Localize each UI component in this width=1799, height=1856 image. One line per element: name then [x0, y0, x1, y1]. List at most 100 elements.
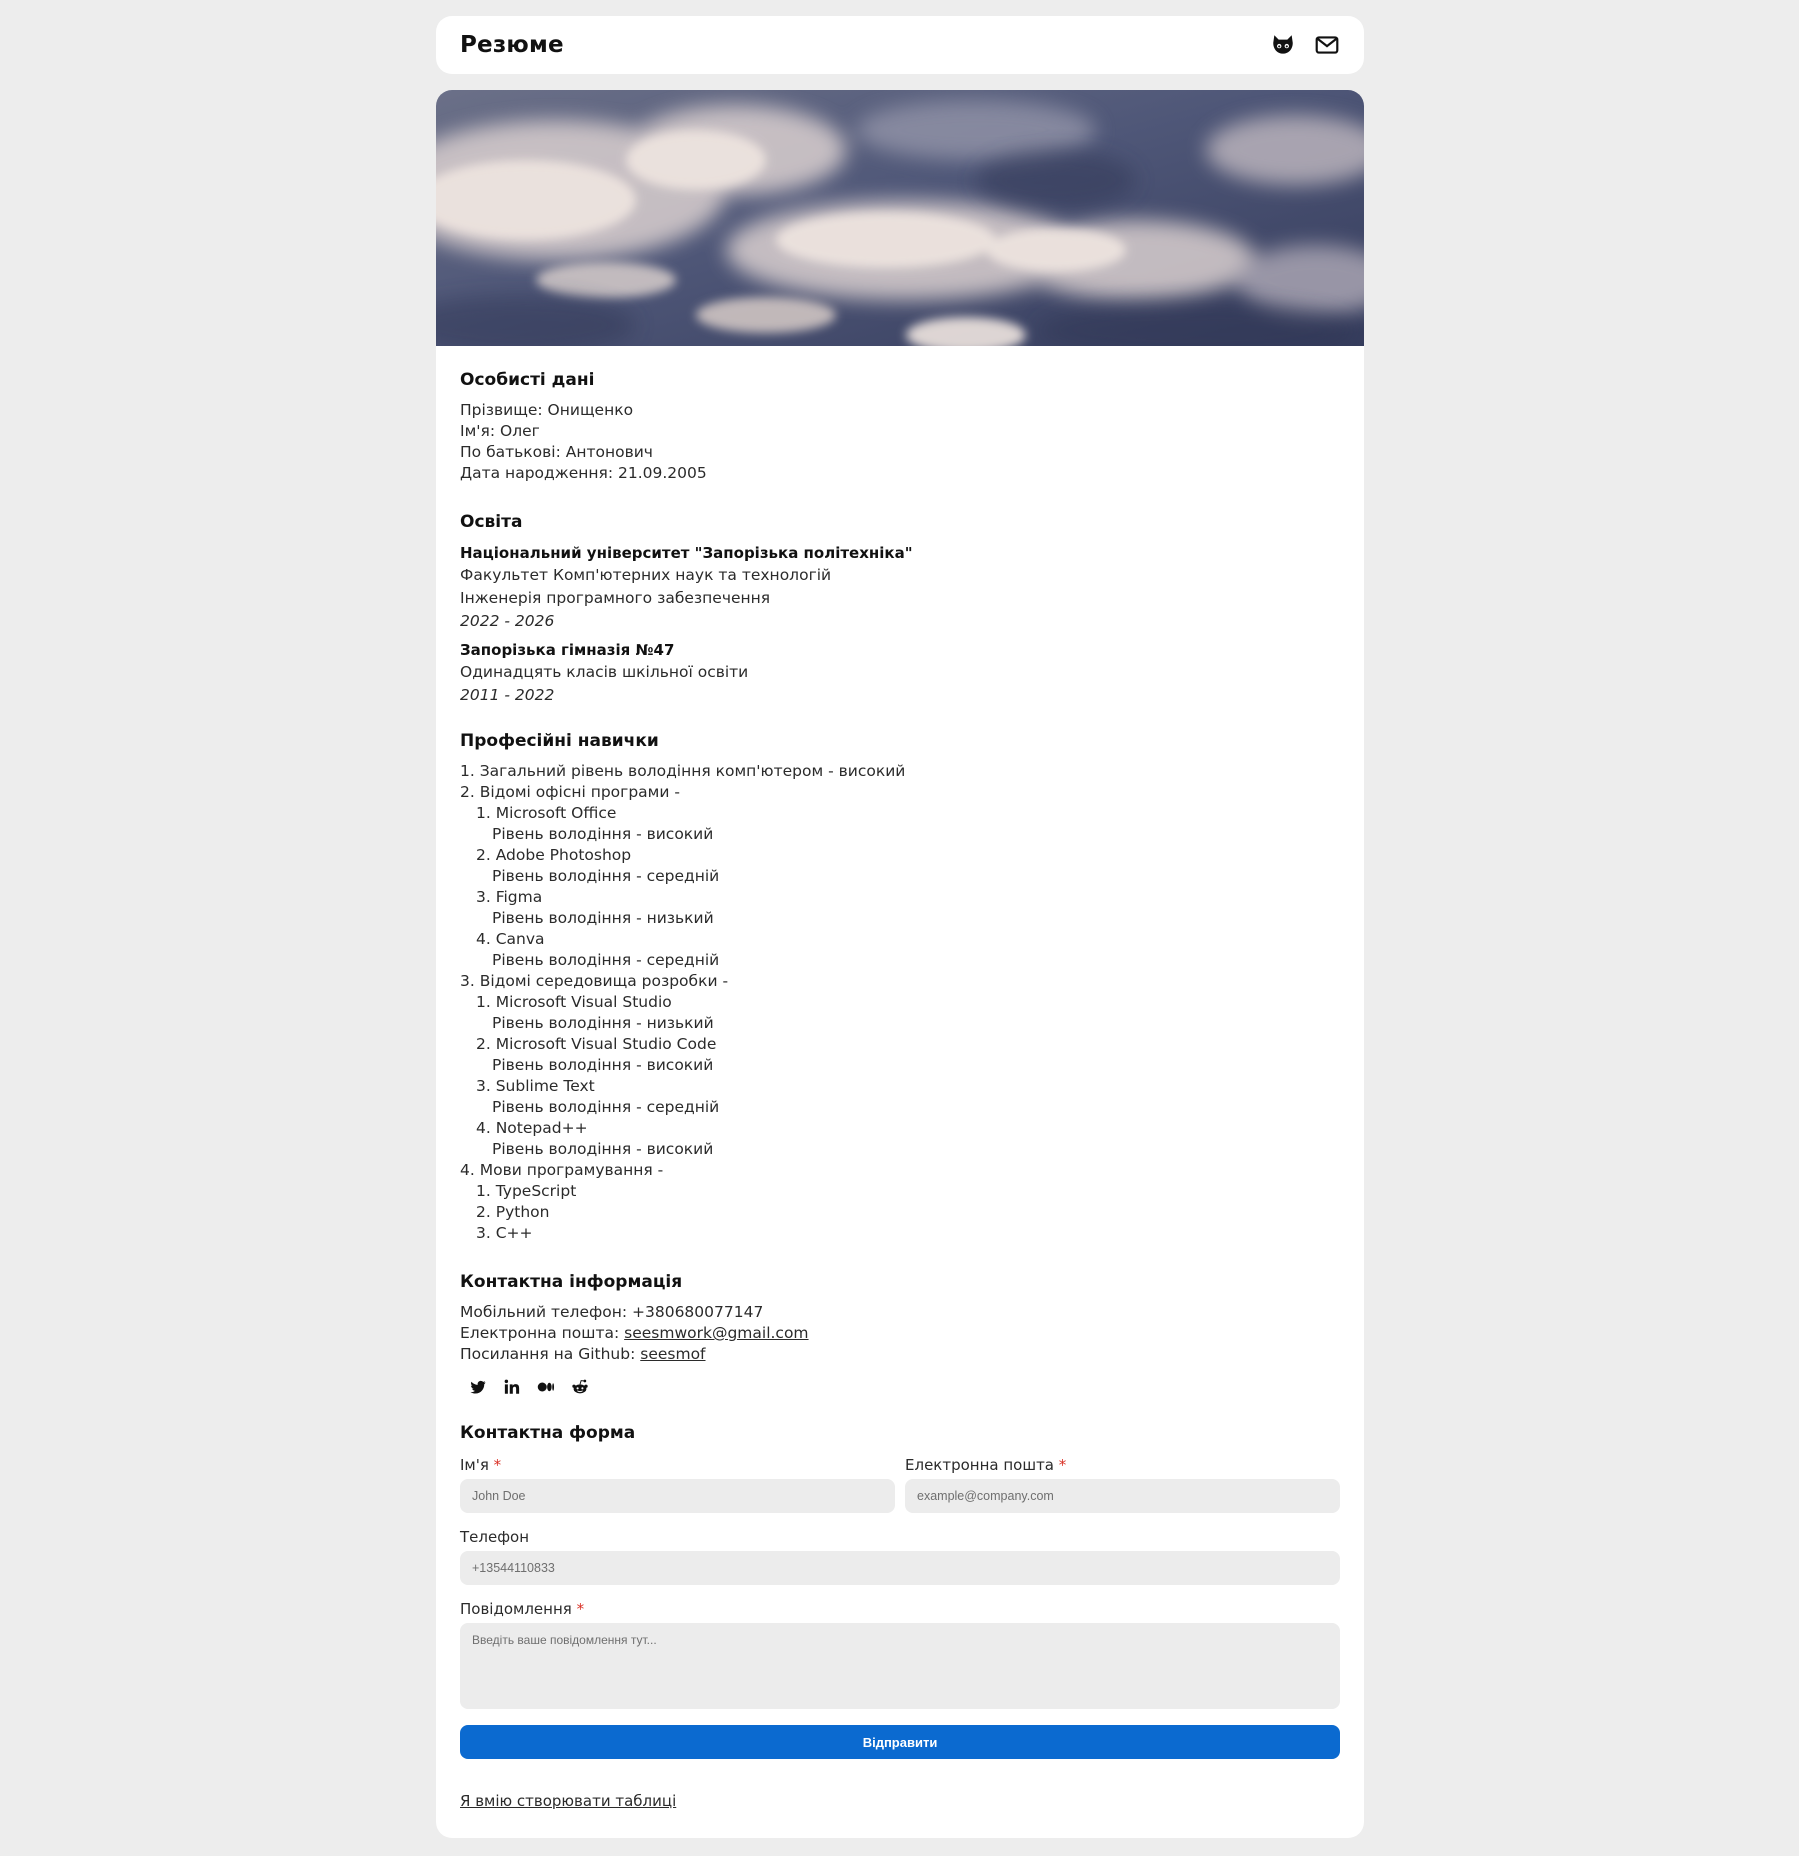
tool-name: 3. Sublime Text	[476, 1077, 595, 1095]
resume-card: Особисті дані Прізвище: Онищенко Ім'я: О…	[436, 90, 1364, 1838]
education-section: Освіта Національний університет "Запоріз…	[460, 510, 1340, 707]
form-row: Ім'я * Електронна пошта *	[460, 1455, 1340, 1527]
name-input[interactable]	[460, 1479, 895, 1513]
list-item: 3. Figma Рівень володіння - низький	[476, 887, 1340, 929]
tool-level: Рівень володіння - низький	[492, 1014, 714, 1032]
skills-list: 1. Загальний рівень володіння комп'ютеро…	[460, 761, 1340, 1244]
tool-name: 1. Microsoft Visual Studio	[476, 993, 672, 1011]
message-textarea[interactable]	[460, 1623, 1340, 1709]
section-title: Контактна інформація	[460, 1272, 683, 1292]
ide-list: 1. Microsoft Visual Studio Рівень володін…	[460, 992, 1340, 1160]
tool-level: Рівень володіння - середній	[492, 951, 720, 969]
phone-input[interactable]	[460, 1551, 1340, 1585]
email-label: Електронна пошта:	[460, 1324, 625, 1342]
required-mark: *	[576, 1600, 585, 1618]
tool-level: Рівень володіння - середній	[492, 867, 720, 885]
list-item: 3. Sublime Text Рівень володіння - середн…	[476, 1076, 1340, 1118]
required-mark: *	[493, 1456, 502, 1474]
label-text: Електронна пошта	[905, 1456, 1055, 1474]
tool-level: Рівень володіння - високий	[492, 1056, 714, 1074]
specialty-text: Інженерія програмного забезпечення	[460, 589, 771, 607]
personal-section: Особисті дані Прізвище: Онищенко Ім'я: О…	[460, 368, 1340, 484]
resume-content: Особисті дані Прізвище: Онищенко Ім'я: О…	[436, 346, 1364, 1812]
list-item: 2. Adobe Photoshop Рівень володіння - сер…	[476, 845, 1340, 887]
github-icon[interactable]	[1270, 32, 1296, 58]
tool-name: 2. Adobe Photoshop	[476, 846, 632, 864]
skill-computer: 1. Загальний рівень володіння комп'ютеро…	[460, 762, 906, 780]
patronymic-text: По батькові: Антонович	[460, 443, 653, 461]
section-title: Професійні навички	[460, 731, 659, 751]
tool-name: 3. Figma	[476, 888, 543, 906]
section-title: Особисті дані	[460, 370, 595, 390]
reddit-icon[interactable]	[570, 1377, 590, 1397]
first-name-text: Ім'я: Олег	[460, 422, 540, 440]
faculty-text: Факультет Комп'ютерних наук та технологі…	[460, 566, 832, 584]
message-label: Повідомлення *	[460, 1599, 1340, 1619]
top-bar: Резюме	[436, 16, 1364, 74]
header-icons	[1270, 32, 1340, 58]
list-item: 3. C++	[476, 1224, 533, 1242]
twitter-icon[interactable]	[468, 1377, 488, 1397]
social-links	[460, 1377, 1340, 1397]
tool-level: Рівень володіння - високий	[492, 1140, 714, 1158]
contact-form: Ім'я * Електронна пошта * Телефон По	[460, 1455, 1340, 1759]
tool-name: 2. Microsoft Visual Studio Code	[476, 1035, 717, 1053]
education-description: Одинадцять класів шкільної освіти	[460, 663, 749, 681]
office-list: 1. Microsoft Office Рівень володіння - ви…	[460, 803, 1340, 971]
email-group: Електронна пошта *	[905, 1455, 1340, 1513]
required-mark: *	[1058, 1456, 1067, 1474]
skill-label: 4. Мови програмування -	[460, 1161, 664, 1179]
tables-link[interactable]: Я вмію створювати таблиці	[460, 1791, 676, 1812]
email-label: Електронна пошта *	[905, 1455, 1340, 1475]
github-row: Посилання на Github: seesmof	[460, 1344, 1340, 1365]
list-item: 1. TypeScript	[476, 1182, 577, 1200]
education-years: 2011 - 2022	[460, 686, 555, 704]
phone-label: Телефон	[460, 1528, 530, 1546]
section-title: Освіта	[460, 512, 523, 532]
phone-group: Телефон	[460, 1527, 1340, 1585]
list-item: 2. Python	[476, 1203, 550, 1221]
contact-form-section: Контактна форма Ім'я * Електронна пошта …	[460, 1421, 1340, 1812]
skill-label: 3. Відомі середовища розробки -	[460, 972, 729, 990]
list-item: 1. Microsoft Office Рівень володіння - ви…	[476, 803, 1340, 845]
github-label: Посилання на Github:	[460, 1345, 641, 1363]
surname-text: Прізвище: Онищенко	[460, 401, 634, 419]
name-label: Ім'я *	[460, 1455, 895, 1475]
mail-icon[interactable]	[1314, 32, 1340, 58]
section-title: Контактна форма	[460, 1423, 636, 1443]
email-input[interactable]	[905, 1479, 1340, 1513]
email-link[interactable]: seesmwork@gmail.com	[624, 1324, 808, 1342]
institution-name: Національний університет "Запорізька пол…	[460, 544, 913, 562]
education-item: Запорізька гімназія №47 Одинадцять класі…	[460, 639, 1340, 707]
education-item: Національний університет "Запорізька пол…	[460, 542, 1340, 633]
list-item: 2. Microsoft Visual Studio Code Рівень во…	[476, 1034, 1340, 1076]
contact-section: Контактна інформація Мобільний телефон: …	[460, 1270, 1340, 1397]
medium-icon[interactable]	[536, 1377, 556, 1397]
skill-languages: 4. Мови програмування - 1. TypeScript 2.…	[460, 1160, 1340, 1244]
hero-clouds-image	[436, 90, 1364, 346]
tool-name: 1. Microsoft Office	[476, 804, 617, 822]
message-group: Повідомлення *	[460, 1599, 1340, 1715]
list-item: 4. Canva Рівень володіння - середній	[476, 929, 1340, 971]
list-item: 1. Microsoft Visual Studio Рівень володін…	[476, 992, 1340, 1034]
linkedin-icon[interactable]	[502, 1377, 522, 1397]
tool-name: 4. Notepad++	[476, 1119, 588, 1137]
skill-label: 2. Відомі офісні програми -	[460, 783, 680, 801]
education-years: 2022 - 2026	[460, 612, 555, 630]
page-title: Резюме	[460, 32, 564, 58]
languages-list: 1. TypeScript 2. Python 3. C++	[460, 1181, 1340, 1244]
label-text: Повідомлення	[460, 1600, 572, 1618]
institution-name: Запорізька гімназія №47	[460, 641, 675, 659]
phone-text: Мобільний телефон: +380680077147	[460, 1303, 764, 1321]
birth-date-text: Дата народження: 21.09.2005	[460, 464, 707, 482]
list-item: 4. Notepad++ Рівень володіння - високий	[476, 1118, 1340, 1160]
tool-level: Рівень володіння - низький	[492, 909, 714, 927]
name-group: Ім'я *	[460, 1455, 895, 1513]
label-text: Ім'я	[460, 1456, 489, 1474]
skill-office-programs: 2. Відомі офісні програми - 1. Microsoft…	[460, 782, 1340, 971]
submit-button[interactable]: Відправити	[460, 1725, 1340, 1759]
email-row: Електронна пошта: seesmwork@gmail.com	[460, 1323, 1340, 1344]
skill-ide: 3. Відомі середовища розробки - 1. Micro…	[460, 971, 1340, 1160]
github-link[interactable]: seesmof	[640, 1345, 705, 1363]
tool-level: Рівень володіння - високий	[492, 825, 714, 843]
